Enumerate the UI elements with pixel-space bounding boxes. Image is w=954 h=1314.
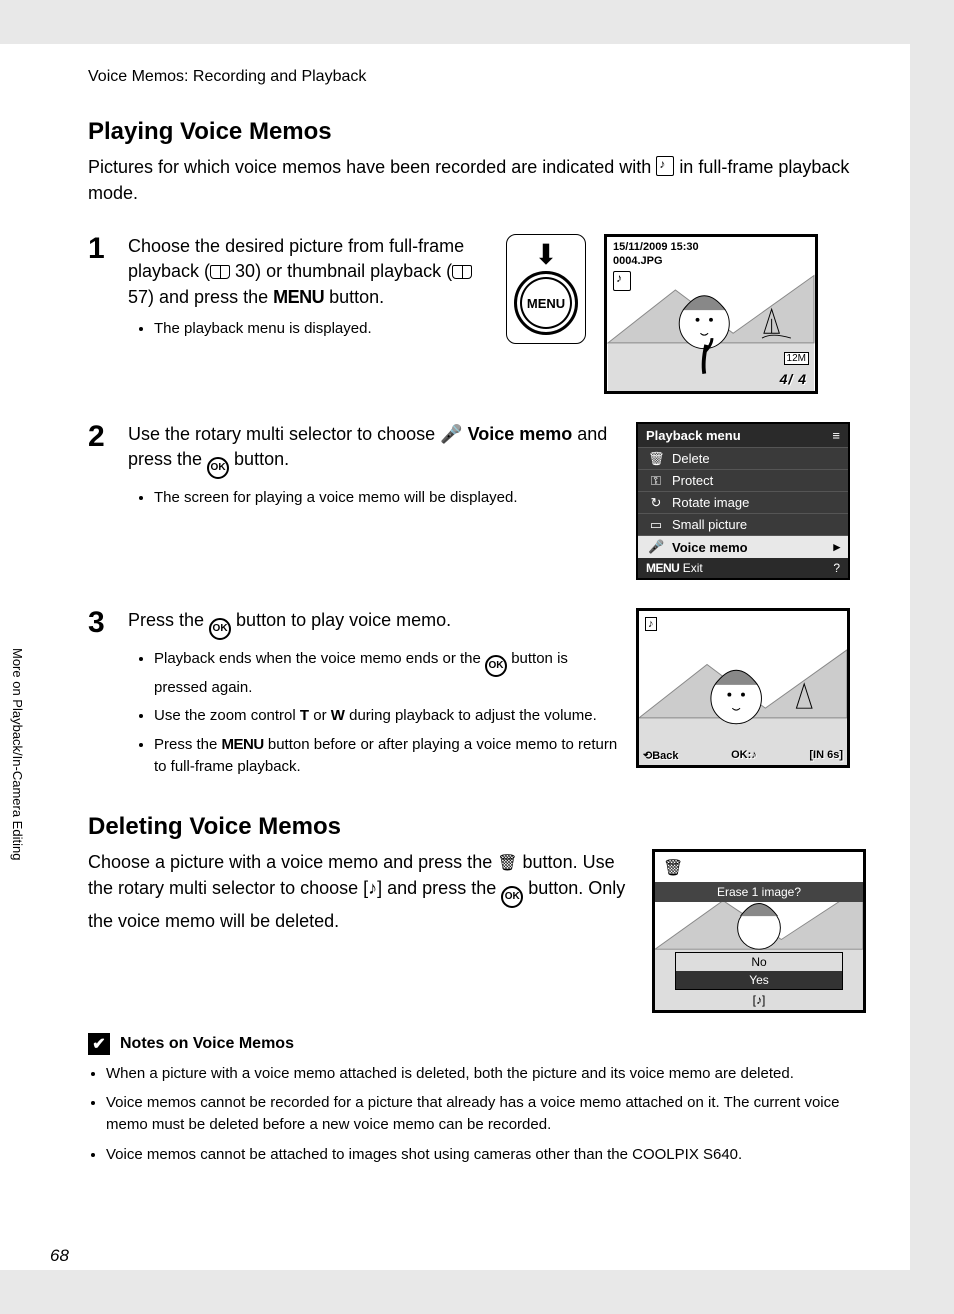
step3-a: Press the: [128, 610, 209, 630]
menu-button-illustration: ⬇ MENU: [506, 234, 586, 394]
trash-icon: [663, 858, 683, 878]
notes-list: When a picture with a voice memo attache…: [106, 1063, 866, 1166]
notes-header: ✔ Notes on Voice Memos: [88, 1033, 866, 1055]
intro-text-a: Pictures for which voice memos have been…: [88, 157, 656, 177]
step-2-number: 2: [88, 422, 110, 580]
option-no: No: [676, 953, 842, 971]
lcd2-time: [IN 6s]: [809, 749, 843, 762]
menu-button-circle: MENU: [514, 271, 578, 335]
ok-icon: OK: [207, 457, 229, 479]
step-1-body: Choose the desired picture from full-fra…: [128, 234, 488, 394]
notes-title: Notes on Voice Memos: [120, 1035, 294, 1053]
step2-a: Use the rotary multi selector to choose: [128, 424, 440, 444]
help-icon: ?: [833, 561, 840, 575]
note-item: Voice memos cannot be attached to images…: [106, 1144, 866, 1166]
side-tab: More on Playback/In-Camera Editing: [0, 640, 38, 980]
pbmenu-item-selected: Voice memo: [672, 540, 748, 555]
trash-icon: [497, 852, 517, 872]
option-yes: Yes: [676, 971, 842, 989]
step3-sub3: Press the MENU button before or after pl…: [154, 734, 618, 779]
lcd-preview-3: Erase 1 image? No Yes [♪]: [652, 849, 866, 1013]
step3-sub1: Playback ends when the voice memo ends o…: [154, 648, 618, 699]
delete-paragraph: Choose a picture with a voice memo and p…: [88, 849, 632, 1013]
small-picture-icon: ▭: [648, 517, 664, 533]
page-number: 68: [50, 1246, 69, 1266]
step2-bold: Voice memo: [463, 424, 573, 444]
note-item: When a picture with a voice memo attache…: [106, 1063, 866, 1085]
pbmenu-title: Playback menu: [646, 428, 741, 443]
lcd-preview-1: 15/11/2009 15:30 0004.JPG 12M 4/ 4: [604, 234, 818, 394]
manual-page: Voice Memos: Recording and Playback Play…: [0, 44, 910, 1270]
step1-end: button.: [324, 287, 384, 307]
delete-icon: 🗑: [648, 451, 664, 467]
playback-menu-illustration: Playback menu ≡ 🗑 Delete ⚿ Protect ↻ Rotate …: [636, 422, 850, 580]
menu-ham-icon: ≡: [832, 428, 840, 443]
step-1-number: 1: [88, 234, 110, 394]
step2-c: button.: [229, 449, 289, 469]
mic-icon: 🎤: [440, 424, 462, 444]
step2-sub: The screen for playing a voice memo will…: [154, 487, 618, 510]
section-title-playing: Playing Voice Memos: [88, 118, 866, 146]
breadcrumb: Voice Memos: Recording and Playback: [88, 68, 866, 86]
step-3-body: Press the OK button to play voice memo. …: [128, 608, 618, 785]
voice-memo-icon: [656, 156, 674, 176]
lcd2-back: ⟲Back: [643, 749, 679, 762]
lcd1-filename: 0004.JPG: [613, 255, 663, 267]
pbmenu-item: Delete: [672, 451, 710, 466]
lcd1-resolution-badge: 12M: [784, 352, 809, 365]
step1-sub: The playback menu is displayed.: [154, 318, 488, 341]
lcd1-date: 15/11/2009 15:30: [613, 241, 699, 253]
ok-icon: OK: [209, 618, 231, 640]
mic-icon: 🎤: [648, 539, 664, 555]
down-arrow-icon: ⬇: [511, 241, 581, 269]
erase-prompt: Erase 1 image?: [655, 882, 863, 902]
section-title-deleting: Deleting Voice Memos: [88, 813, 866, 841]
lcd1-counter: 4/ 4: [780, 371, 807, 387]
pbmenu-item: Protect: [672, 473, 713, 488]
book-icon: [452, 265, 472, 279]
step-3-number: 3: [88, 608, 110, 785]
pbmenu-exit: Exit: [683, 561, 703, 575]
step3-sub2: Use the zoom control T or W during playb…: [154, 705, 618, 728]
protect-icon: ⚿: [648, 473, 664, 489]
chevron-right-icon: ▸: [833, 539, 840, 555]
side-tab-label: More on Playback/In-Camera Editing: [0, 640, 35, 868]
step-3: 3 Press the OK button to play voice memo…: [88, 608, 866, 785]
rotate-icon: ↻: [648, 495, 664, 511]
menu-label: MENU: [646, 561, 679, 575]
lcd2-ok: OK:♪: [731, 749, 757, 762]
pbmenu-item: Rotate image: [672, 495, 749, 510]
step1-ref2: 57) and press the: [128, 287, 273, 307]
step-2-body: Use the rotary multi selector to choose …: [128, 422, 618, 580]
check-icon: ✔: [88, 1033, 110, 1055]
menu-label: MENU: [273, 287, 324, 307]
intro-paragraph: Pictures for which voice memos have been…: [88, 154, 866, 206]
voice-memo-play-icon: ♪: [645, 617, 657, 631]
note-item: Voice memos cannot be recorded for a pic…: [106, 1092, 866, 1136]
step3-b: button to play voice memo.: [231, 610, 451, 630]
book-icon: [210, 265, 230, 279]
ok-icon: OK: [485, 655, 507, 677]
lcd1-voicememo-icon: [613, 271, 631, 291]
lcd-preview-2: ♪ ⟲Back OK:♪ [IN 6s]: [636, 608, 850, 768]
pbmenu-item: Small picture: [672, 517, 747, 532]
step1-ref1: 30) or thumbnail playback (: [230, 261, 452, 281]
step-1: 1 Choose the desired picture from full-f…: [88, 234, 866, 394]
ok-icon: OK: [501, 886, 523, 908]
lcd3-footer-icon: [♪]: [655, 993, 863, 1007]
step-2: 2 Use the rotary multi selector to choos…: [88, 422, 866, 580]
erase-options: No Yes: [675, 952, 843, 990]
